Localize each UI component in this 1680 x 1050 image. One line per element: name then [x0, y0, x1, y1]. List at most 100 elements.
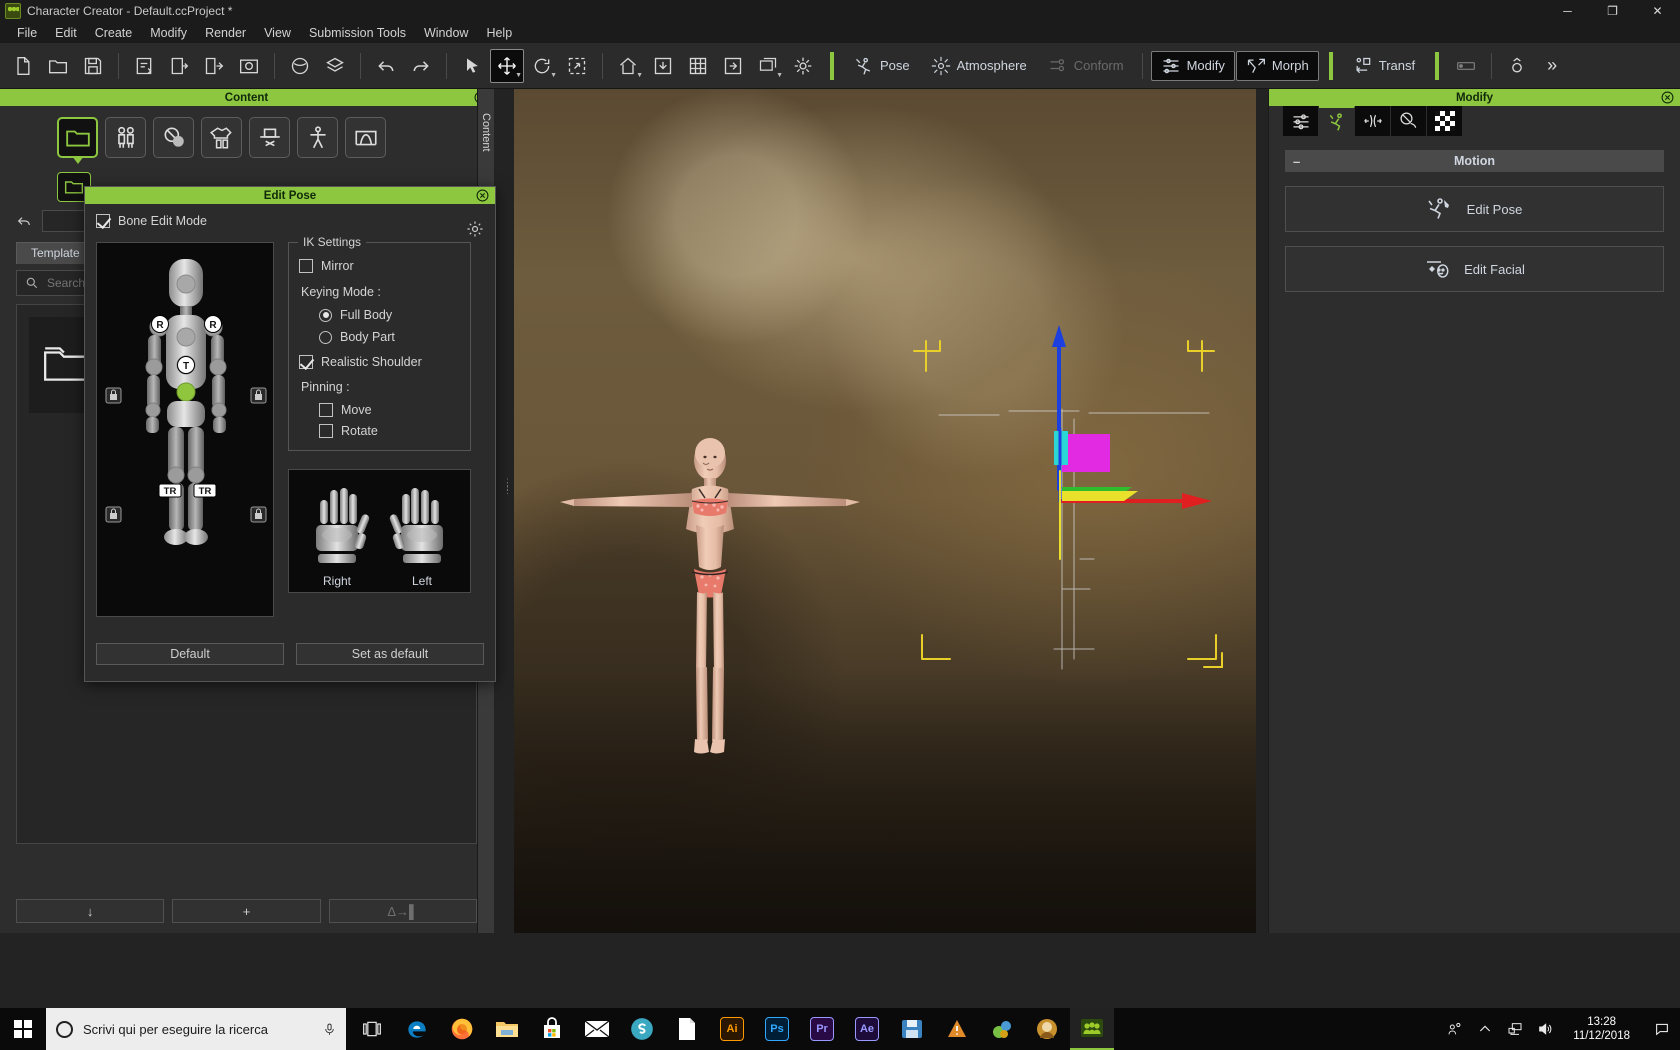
gear-icon[interactable]	[466, 220, 484, 238]
blender-taskbar-icon[interactable]	[980, 1008, 1024, 1050]
toolbar-mode-conform[interactable]: Conform	[1038, 51, 1134, 81]
content-category-pose[interactable]	[297, 117, 338, 158]
notepad-taskbar-icon[interactable]	[665, 1008, 709, 1050]
file-explorer-taskbar-icon[interactable]	[485, 1008, 529, 1050]
pinning-rotate-checkbox[interactable]	[319, 424, 333, 438]
light-icon[interactable]	[786, 49, 820, 83]
bone-edit-mode-checkbox[interactable]	[96, 214, 110, 228]
modify-tab-texture[interactable]	[1427, 106, 1463, 136]
material-icon[interactable]	[318, 49, 352, 83]
minimize-button[interactable]: ─	[1545, 0, 1590, 22]
keying-body-part-radio[interactable]	[319, 331, 332, 344]
undo-icon[interactable]	[369, 49, 403, 83]
taskbar-search-box[interactable]: Scrivi qui per eseguire la ricerca	[46, 1008, 346, 1050]
menu-create[interactable]: Create	[86, 23, 142, 43]
menu-file[interactable]: File	[8, 23, 46, 43]
content-download-button[interactable]: ↓	[16, 899, 164, 923]
volume-icon[interactable]	[1537, 1021, 1553, 1037]
reset-view-icon[interactable]	[716, 49, 750, 83]
toolbar-mode-morph[interactable]: Morph	[1236, 51, 1319, 81]
screenshot-icon[interactable]	[232, 49, 266, 83]
pinning-move-row[interactable]: Move	[319, 403, 460, 417]
mail-taskbar-icon[interactable]	[575, 1008, 619, 1050]
rotate-tool-caret[interactable]: ▼	[550, 72, 557, 79]
firefox-taskbar-icon[interactable]	[440, 1008, 484, 1050]
start-button[interactable]	[0, 1008, 46, 1050]
menu-render[interactable]: Render	[196, 23, 255, 43]
rotate-tool-icon[interactable]: ▼	[525, 49, 559, 83]
save-project-icon[interactable]	[76, 49, 110, 83]
move-tool-icon[interactable]: ▼	[490, 49, 524, 83]
content-add-button[interactable]: +	[172, 899, 320, 923]
viewport-splitter-handle[interactable]: ⋮⋮⋮	[503, 480, 512, 492]
export-icon[interactable]	[162, 49, 196, 83]
edit-facial-button[interactable]: Edit Facial	[1285, 246, 1664, 292]
mirror-row[interactable]: Mirror	[299, 259, 460, 273]
pinning-move-checkbox[interactable]	[319, 403, 333, 417]
modify-tab-morph[interactable]	[1355, 106, 1391, 136]
toolbar-mode-pose[interactable]: Pose	[844, 51, 920, 81]
layers-icon[interactable]: ▼	[751, 49, 785, 83]
save-app-taskbar-icon[interactable]	[890, 1008, 934, 1050]
skype-taskbar-icon[interactable]	[620, 1008, 664, 1050]
grid-icon[interactable]	[681, 49, 715, 83]
hands-figure[interactable]: Right	[289, 470, 470, 594]
redo-icon[interactable]	[404, 49, 438, 83]
toolbar-mode-transform[interactable]: Transf	[1343, 51, 1425, 81]
keying-full-body-row[interactable]: Full Body	[319, 308, 460, 322]
fit-view-icon[interactable]	[646, 49, 680, 83]
new-project-icon[interactable]	[6, 49, 40, 83]
content-category-project-folder[interactable]	[57, 117, 98, 158]
toolbar-mode-atmosphere[interactable]: Atmosphere	[921, 51, 1037, 81]
content-category-material[interactable]	[153, 117, 194, 158]
toolbar-overflow-button[interactable]: »	[1535, 49, 1569, 83]
pinning-rotate-row[interactable]: Rotate	[319, 424, 460, 438]
taskbar-clock[interactable]: 13:28 11/12/2018	[1567, 1015, 1636, 1043]
modify-tab-attribute[interactable]	[1283, 106, 1319, 136]
content-vertical-tab-label[interactable]: Content	[480, 113, 492, 152]
settings-tool-icon[interactable]	[1500, 49, 1534, 83]
realistic-shoulder-row[interactable]: Realistic Shoulder	[299, 355, 460, 369]
menu-view[interactable]: View	[255, 23, 300, 43]
home-view-caret[interactable]: ▼	[636, 72, 643, 79]
menu-edit[interactable]: Edit	[46, 23, 86, 43]
network-icon[interactable]	[1507, 1021, 1523, 1037]
close-button[interactable]: ✕	[1635, 0, 1680, 22]
content-apply-button[interactable]: Δ→▌	[329, 899, 477, 923]
microsoft-store-taskbar-icon[interactable]	[530, 1008, 574, 1050]
motion-section-collapse-icon[interactable]: –	[1293, 154, 1300, 169]
modify-tab-material[interactable]	[1391, 106, 1427, 136]
scale-tool-icon[interactable]	[560, 49, 594, 83]
edit-pose-close-icon[interactable]	[476, 189, 489, 202]
send-to-icon[interactable]	[197, 49, 231, 83]
move-tool-caret[interactable]: ▼	[515, 72, 522, 79]
body-part-selector[interactable]: R R T TR TR	[96, 242, 274, 617]
mannequin-figure[interactable]: R R T TR TR	[97, 243, 275, 618]
open-project-icon[interactable]	[41, 49, 75, 83]
edit-pose-button[interactable]: Edit Pose	[1285, 186, 1664, 232]
3d-viewport[interactable]	[514, 89, 1256, 933]
edit-pose-set-as-default-button[interactable]: Set as default	[296, 643, 484, 665]
premiere-taskbar-icon[interactable]: Pr	[800, 1008, 844, 1050]
select-tool-icon[interactable]	[455, 49, 489, 83]
back-icon[interactable]	[16, 213, 32, 229]
home-view-icon[interactable]: ▼	[611, 49, 645, 83]
illustrator-taskbar-icon[interactable]: Ai	[710, 1008, 754, 1050]
modify-panel-close-icon[interactable]	[1661, 91, 1674, 104]
lighting-icon[interactable]	[283, 49, 317, 83]
notification-icon[interactable]	[1654, 1021, 1670, 1037]
content-category-cloth[interactable]	[201, 117, 242, 158]
content-category-scene[interactable]	[345, 117, 386, 158]
keying-body-part-row[interactable]: Body Part	[319, 330, 460, 344]
character-creator-taskbar-icon[interactable]	[1070, 1008, 1114, 1050]
keying-full-body-radio[interactable]	[319, 309, 332, 322]
content-category-accessory[interactable]	[249, 117, 290, 158]
alert-app-taskbar-icon[interactable]	[935, 1008, 979, 1050]
daz-taskbar-icon[interactable]	[1025, 1008, 1069, 1050]
layers-caret[interactable]: ▼	[776, 72, 783, 79]
people-icon[interactable]	[1447, 1021, 1463, 1037]
menu-submission-tools[interactable]: Submission Tools	[300, 23, 415, 43]
hand-selector[interactable]: Right	[288, 469, 471, 593]
aftereffects-taskbar-icon[interactable]: Ae	[845, 1008, 889, 1050]
photoshop-taskbar-icon[interactable]: Ps	[755, 1008, 799, 1050]
